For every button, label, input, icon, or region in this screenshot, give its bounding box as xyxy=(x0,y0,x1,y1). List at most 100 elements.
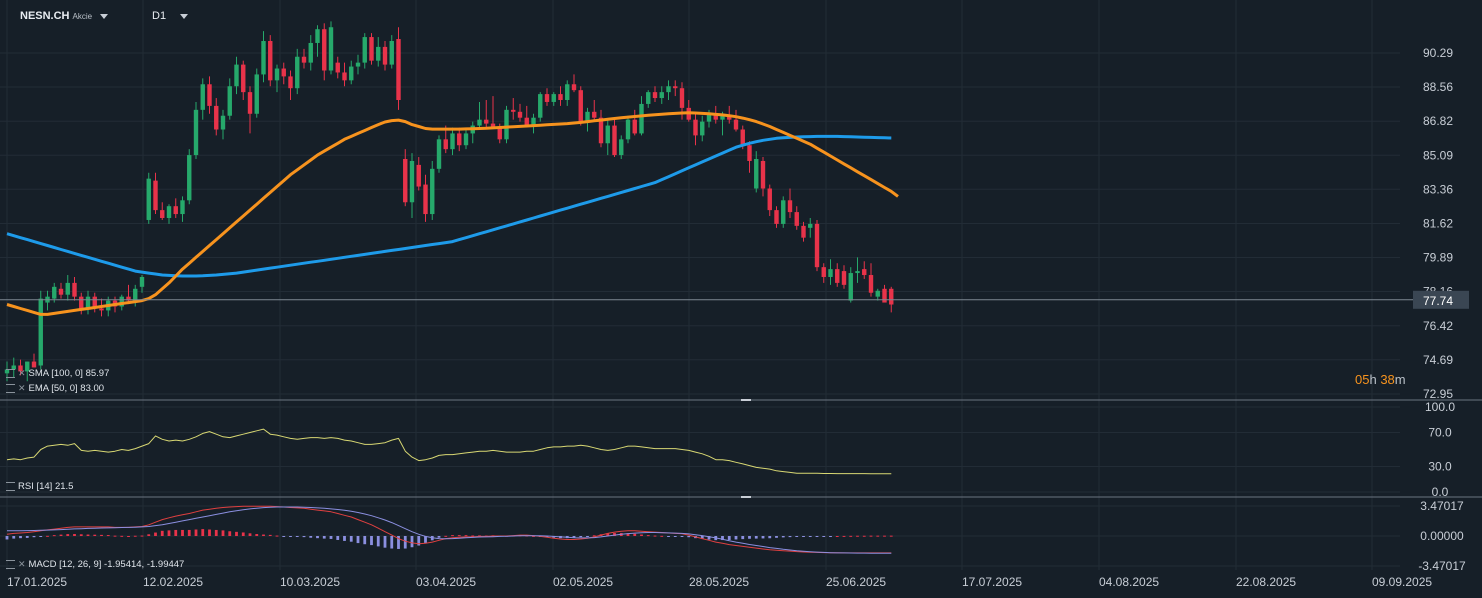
candle-body[interactable] xyxy=(504,109,509,140)
candle-body[interactable] xyxy=(565,84,570,101)
candle-body[interactable] xyxy=(187,155,192,201)
candle-body[interactable] xyxy=(625,119,631,140)
candle-body[interactable] xyxy=(79,296,84,309)
candle-body[interactable] xyxy=(592,111,597,118)
candle-body[interactable] xyxy=(423,184,428,215)
candle-body[interactable] xyxy=(335,62,340,73)
candle-body[interactable] xyxy=(295,56,300,89)
candle-body[interactable] xyxy=(342,72,347,81)
candle-body[interactable] xyxy=(409,160,415,203)
candle-body[interactable] xyxy=(679,88,685,108)
candle-body[interactable] xyxy=(794,212,799,226)
candle-body[interactable] xyxy=(639,103,644,134)
sma-line[interactable] xyxy=(6,134,892,278)
candle-body[interactable] xyxy=(436,139,442,169)
candle-body[interactable] xyxy=(733,119,739,130)
candle-body[interactable] xyxy=(457,133,462,146)
rsi-panel[interactable]: 100.0 70.0 30.0 0.0 xyxy=(0,400,1455,499)
candle-body[interactable] xyxy=(538,94,543,118)
ema-legend[interactable]: ✕ EMA [50, 0] 83.00 xyxy=(6,383,104,394)
candle-body[interactable] xyxy=(571,84,577,91)
candle-body[interactable] xyxy=(180,200,185,215)
candle-body[interactable] xyxy=(396,39,401,101)
candle-body[interactable] xyxy=(821,267,826,277)
candle-body[interactable] xyxy=(747,145,752,161)
candle-body[interactable] xyxy=(774,210,779,224)
candle-body[interactable] xyxy=(268,41,273,81)
candle-body[interactable] xyxy=(889,288,894,305)
candle-body[interactable] xyxy=(551,94,556,102)
macd-legend[interactable]: ✕ MACD [12, 26, 9] -1.95414, -1.99447 xyxy=(6,559,184,570)
candle-body[interactable] xyxy=(416,164,421,187)
rsi-line[interactable] xyxy=(6,428,892,475)
candle-body[interactable] xyxy=(214,105,219,130)
candle-body[interactable] xyxy=(328,27,334,71)
candle-body[interactable] xyxy=(52,286,57,299)
candle-body[interactable] xyxy=(261,41,266,75)
candle-body[interactable] xyxy=(848,273,853,301)
candle-body[interactable] xyxy=(92,296,97,307)
candle-body[interactable] xyxy=(308,42,313,63)
candle-body[interactable] xyxy=(463,133,469,146)
candle-body[interactable] xyxy=(234,64,239,87)
sma-legend[interactable]: ✕ SMA [100, 0] 85.97 xyxy=(6,368,109,379)
resize-handle[interactable] xyxy=(741,496,751,498)
candle-body[interactable] xyxy=(443,139,448,150)
candle-body[interactable] xyxy=(754,158,759,189)
candle-body[interactable] xyxy=(882,288,887,303)
close-icon[interactable]: ✕ xyxy=(18,559,26,569)
candle-body[interactable] xyxy=(578,90,583,122)
candle-body[interactable] xyxy=(389,41,394,65)
candle-body[interactable] xyxy=(781,200,786,224)
candle-body[interactable] xyxy=(673,86,678,89)
chart-canvas[interactable]: 100.070.030.00.0 3.470170.00000-3.47017 … xyxy=(0,0,1482,598)
candle-body[interactable] xyxy=(355,62,361,67)
candle-body[interactable] xyxy=(193,109,199,156)
candle-body[interactable] xyxy=(868,275,874,293)
candle-body[interactable] xyxy=(484,119,489,124)
candle-body[interactable] xyxy=(369,37,374,61)
candle-body[interactable] xyxy=(450,133,455,150)
candle-body[interactable] xyxy=(659,92,664,99)
candle-body[interactable] xyxy=(430,168,435,215)
timeframe-selector[interactable]: D1 xyxy=(152,10,189,22)
candle-body[interactable] xyxy=(760,160,766,189)
candle-body[interactable] xyxy=(619,139,624,156)
candle-body[interactable] xyxy=(322,29,327,71)
candle-body[interactable] xyxy=(31,361,37,368)
candle-body[interactable] xyxy=(254,74,259,114)
candle-body[interactable] xyxy=(605,125,610,144)
candle-body[interactable] xyxy=(207,84,212,106)
candle-body[interactable] xyxy=(787,200,793,213)
candle-body[interactable] xyxy=(166,206,172,218)
candle-body[interactable] xyxy=(160,210,165,218)
candle-body[interactable] xyxy=(362,37,367,63)
candle-body[interactable] xyxy=(652,92,658,99)
candle-body[interactable] xyxy=(767,188,772,211)
candle-body[interactable] xyxy=(376,46,381,61)
candle-body[interactable] xyxy=(835,269,840,283)
candle-body[interactable] xyxy=(200,84,205,110)
candle-body[interactable] xyxy=(99,308,104,311)
symbol-selector[interactable]: NESN.CH Akcie xyxy=(20,10,109,22)
candle-body[interactable] xyxy=(544,94,550,102)
candle-body[interactable] xyxy=(477,119,482,126)
price-panel[interactable] xyxy=(0,21,1420,382)
candle-body[interactable] xyxy=(58,288,64,295)
candle-body[interactable] xyxy=(281,68,286,77)
candle-body[interactable] xyxy=(740,129,745,146)
candle-body[interactable] xyxy=(517,111,523,118)
candle-body[interactable] xyxy=(38,298,43,366)
signal-line[interactable] xyxy=(7,506,892,554)
candle-body[interactable] xyxy=(227,86,232,116)
candle-body[interactable] xyxy=(666,86,671,93)
candle-body[interactable] xyxy=(693,119,698,136)
candle-body[interactable] xyxy=(139,276,145,287)
candle-body[interactable] xyxy=(173,206,178,215)
candle-body[interactable] xyxy=(315,29,320,43)
candle-body[interactable] xyxy=(828,269,833,277)
candle-body[interactable] xyxy=(403,158,408,203)
candle-body[interactable] xyxy=(65,282,70,295)
candle-body[interactable] xyxy=(855,271,860,274)
candle-body[interactable] xyxy=(558,94,563,101)
